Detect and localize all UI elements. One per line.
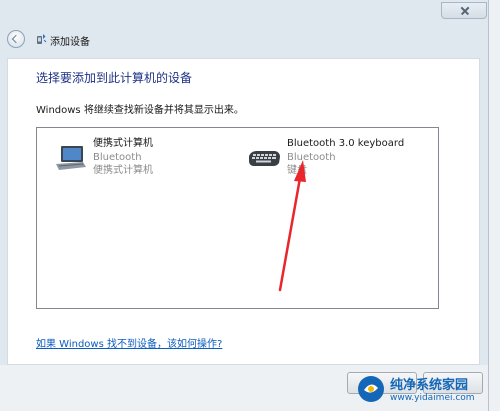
add-device-window: 添加设备 选择要添加到此计算机的设备 Windows 将继续查找新设备并将其显示… [0, 0, 489, 411]
dialog-titlebar: 添加设备 [0, 24, 488, 52]
watermark-logo [358, 376, 384, 402]
watermark: 纯净系统家园 www.yidaimei.com [356, 372, 496, 408]
device-item-laptop[interactable]: 便携式计算机 Bluetooth 便携式计算机 [53, 137, 243, 181]
device-category: 便携式计算机 [93, 165, 153, 176]
device-list: 便携式计算机 Bluetooth 便携式计算机 Bluetooth 3.0 ke… [36, 127, 439, 309]
device-category: 键盘 [287, 165, 307, 176]
watermark-url: www.yidaimei.com [390, 393, 475, 403]
dialog-title: 添加设备 [50, 37, 90, 48]
laptop-icon [56, 146, 86, 170]
help-link[interactable]: 如果 Windows 找不到设备，该如何操作? [36, 335, 222, 350]
device-connection: Bluetooth [93, 152, 142, 163]
keyboard-icon [249, 151, 280, 166]
search-status-text: Windows 将继续查找新设备并将其显示出来。 [36, 105, 244, 116]
close-button[interactable] [441, 2, 487, 19]
bluetooth-device-icon [37, 34, 47, 44]
back-button[interactable] [7, 30, 25, 48]
device-item-keyboard[interactable]: Bluetooth 3.0 keyboard Bluetooth 键盘 [247, 137, 437, 181]
page-heading: 选择要添加到此计算机的设备 [36, 71, 193, 85]
dialog-content: 选择要添加到此计算机的设备 Windows 将继续查找新设备并将其显示出来。 便… [7, 58, 480, 365]
device-name: Bluetooth 3.0 keyboard [287, 138, 405, 149]
watermark-name: 纯净系统家园 [390, 378, 469, 393]
device-name: 便携式计算机 [93, 138, 153, 149]
device-connection: Bluetooth [287, 152, 336, 163]
